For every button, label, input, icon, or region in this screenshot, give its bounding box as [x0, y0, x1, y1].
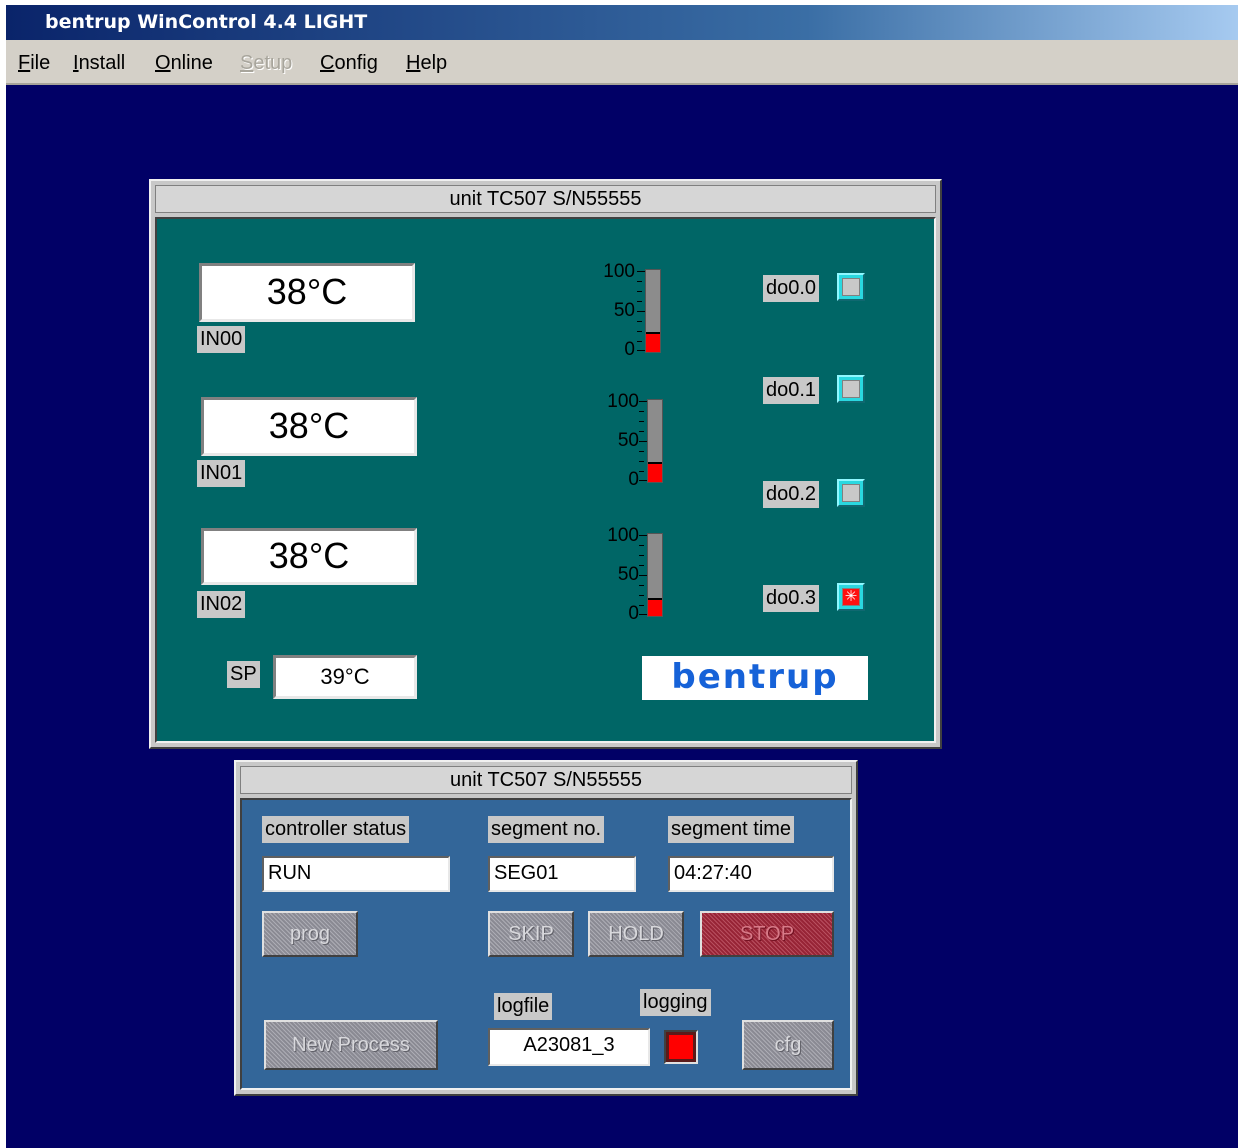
logfile-label: logfile — [494, 993, 553, 1020]
menu-config[interactable]: Config — [320, 52, 378, 75]
bar3-scale-min: 0 — [628, 603, 639, 624]
in01-label: IN01 — [197, 460, 246, 487]
new-process-button[interactable]: New Process — [264, 1020, 438, 1070]
menu-install[interactable]: Install — [73, 52, 125, 75]
prog-button[interactable]: prog — [262, 911, 358, 957]
controller-status-label: controller status — [262, 816, 410, 843]
bar3-ticks — [639, 535, 647, 615]
control-panel: controller status RUN segment no. SEG01 … — [240, 798, 852, 1090]
bar3-scale-max: 100 — [607, 525, 639, 546]
bar3-track — [647, 533, 663, 617]
app-title-bar: bentrup WinControl 4.4 LIGHT — [6, 5, 1238, 40]
logging-led — [664, 1030, 698, 1064]
menu-setup: Setup — [240, 52, 293, 74]
do02-label: do0.2 — [763, 481, 820, 508]
do03-led: ✳ — [837, 583, 865, 611]
bar2-scale-mid: 50 — [617, 430, 639, 451]
in00-label: IN00 — [197, 326, 246, 353]
in02-display: 38°C — [201, 528, 417, 585]
bar2-fill — [648, 462, 662, 482]
unit-window: unit TC507 S/N55555 38°C IN00 38°C IN01 … — [149, 179, 942, 749]
stop-button[interactable]: STOP — [700, 911, 834, 957]
segment-no-field: SEG01 — [488, 856, 636, 892]
bar2-track — [647, 399, 663, 483]
bar1-track — [645, 269, 661, 353]
do00-led — [837, 273, 865, 301]
do02-led — [837, 479, 865, 507]
bar1-scale-mid: 50 — [613, 300, 635, 321]
in00-display: 38°C — [199, 263, 415, 322]
control-window: unit TC507 S/N55555 controller status RU… — [234, 760, 858, 1096]
do03-label: do0.3 — [763, 585, 820, 612]
sp-display: 39°C — [273, 655, 417, 699]
bar1-ticks — [637, 271, 645, 351]
segment-no-label: segment no. — [488, 816, 605, 843]
control-window-title: unit TC507 S/N55555 — [240, 766, 852, 794]
in01-display: 38°C — [201, 397, 417, 456]
logfile-field[interactable]: A23081_3 — [488, 1028, 650, 1066]
sp-label: SP — [227, 661, 260, 688]
bar2-scale-max: 100 — [607, 391, 639, 412]
menu-help[interactable]: Help — [406, 52, 447, 75]
bar3-scale-mid: 50 — [617, 564, 639, 585]
logging-label: logging — [640, 989, 711, 1016]
menu-online[interactable]: Online — [155, 52, 213, 75]
menu-bar: File Install Online Setup Config Help — [6, 40, 1238, 85]
bar1-scale-min: 0 — [624, 339, 635, 360]
hold-button[interactable]: HOLD — [588, 911, 684, 957]
in02-label: IN02 — [197, 591, 246, 618]
bentrup-logo: bentrup — [642, 656, 868, 700]
bar2-ticks — [639, 401, 647, 481]
bar3-fill — [648, 597, 662, 616]
skip-button[interactable]: SKIP — [488, 911, 574, 957]
app-title: bentrup WinControl 4.4 LIGHT — [45, 11, 368, 33]
do00-label: do0.0 — [763, 275, 820, 302]
unit-panel: 38°C IN00 38°C IN01 38°C IN02 SP 39°C 10… — [155, 217, 936, 743]
do03-led-glyph: ✳ — [842, 588, 860, 606]
segment-time-field: 04:27:40 — [668, 856, 834, 892]
app-window: bentrup WinControl 4.4 LIGHT File Instal… — [6, 5, 1238, 1148]
controller-status-field: RUN — [262, 856, 450, 892]
do01-label: do0.1 — [763, 377, 820, 404]
bar1-fill — [646, 332, 660, 352]
cfg-button[interactable]: cfg — [742, 1020, 834, 1070]
do01-led — [837, 375, 865, 403]
menu-file[interactable]: File — [18, 52, 50, 75]
segment-time-label: segment time — [668, 816, 795, 843]
unit-window-title: unit TC507 S/N55555 — [155, 185, 936, 213]
bar2-scale-min: 0 — [628, 469, 639, 490]
bar1-scale-max: 100 — [603, 261, 635, 282]
